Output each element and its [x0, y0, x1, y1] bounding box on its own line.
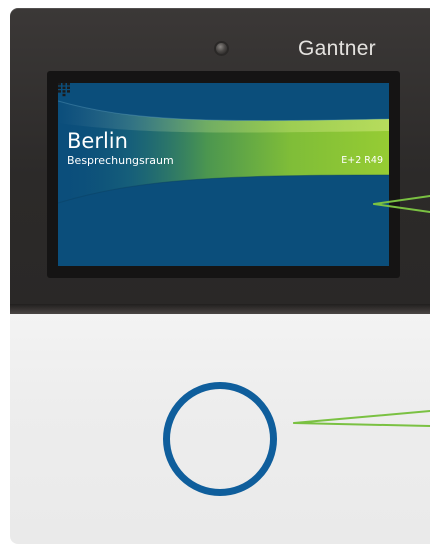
rfid-reader-ring[interactable] — [163, 382, 277, 496]
bezel-edge — [10, 304, 430, 314]
room-title: Berlin — [67, 129, 128, 153]
room-subtitle: Besprechungsraum — [67, 154, 174, 167]
camera-icon — [216, 43, 227, 54]
screen-banner-graphic — [58, 100, 389, 204]
display-screen[interactable]: Berlin Besprechungsraum E+2 R49 — [58, 83, 389, 266]
terminal-bezel: Gantner Berlin Besprechungsraum E+2 R49 — [10, 8, 430, 313]
keypad-icon[interactable] — [58, 83, 70, 97]
access-terminal: Gantner Berlin Besprechungsraum E+2 R49 — [10, 8, 430, 544]
room-code: E+2 R49 — [341, 155, 383, 166]
brand-logo: Gantner — [298, 37, 376, 60]
reader-panel — [10, 314, 430, 544]
